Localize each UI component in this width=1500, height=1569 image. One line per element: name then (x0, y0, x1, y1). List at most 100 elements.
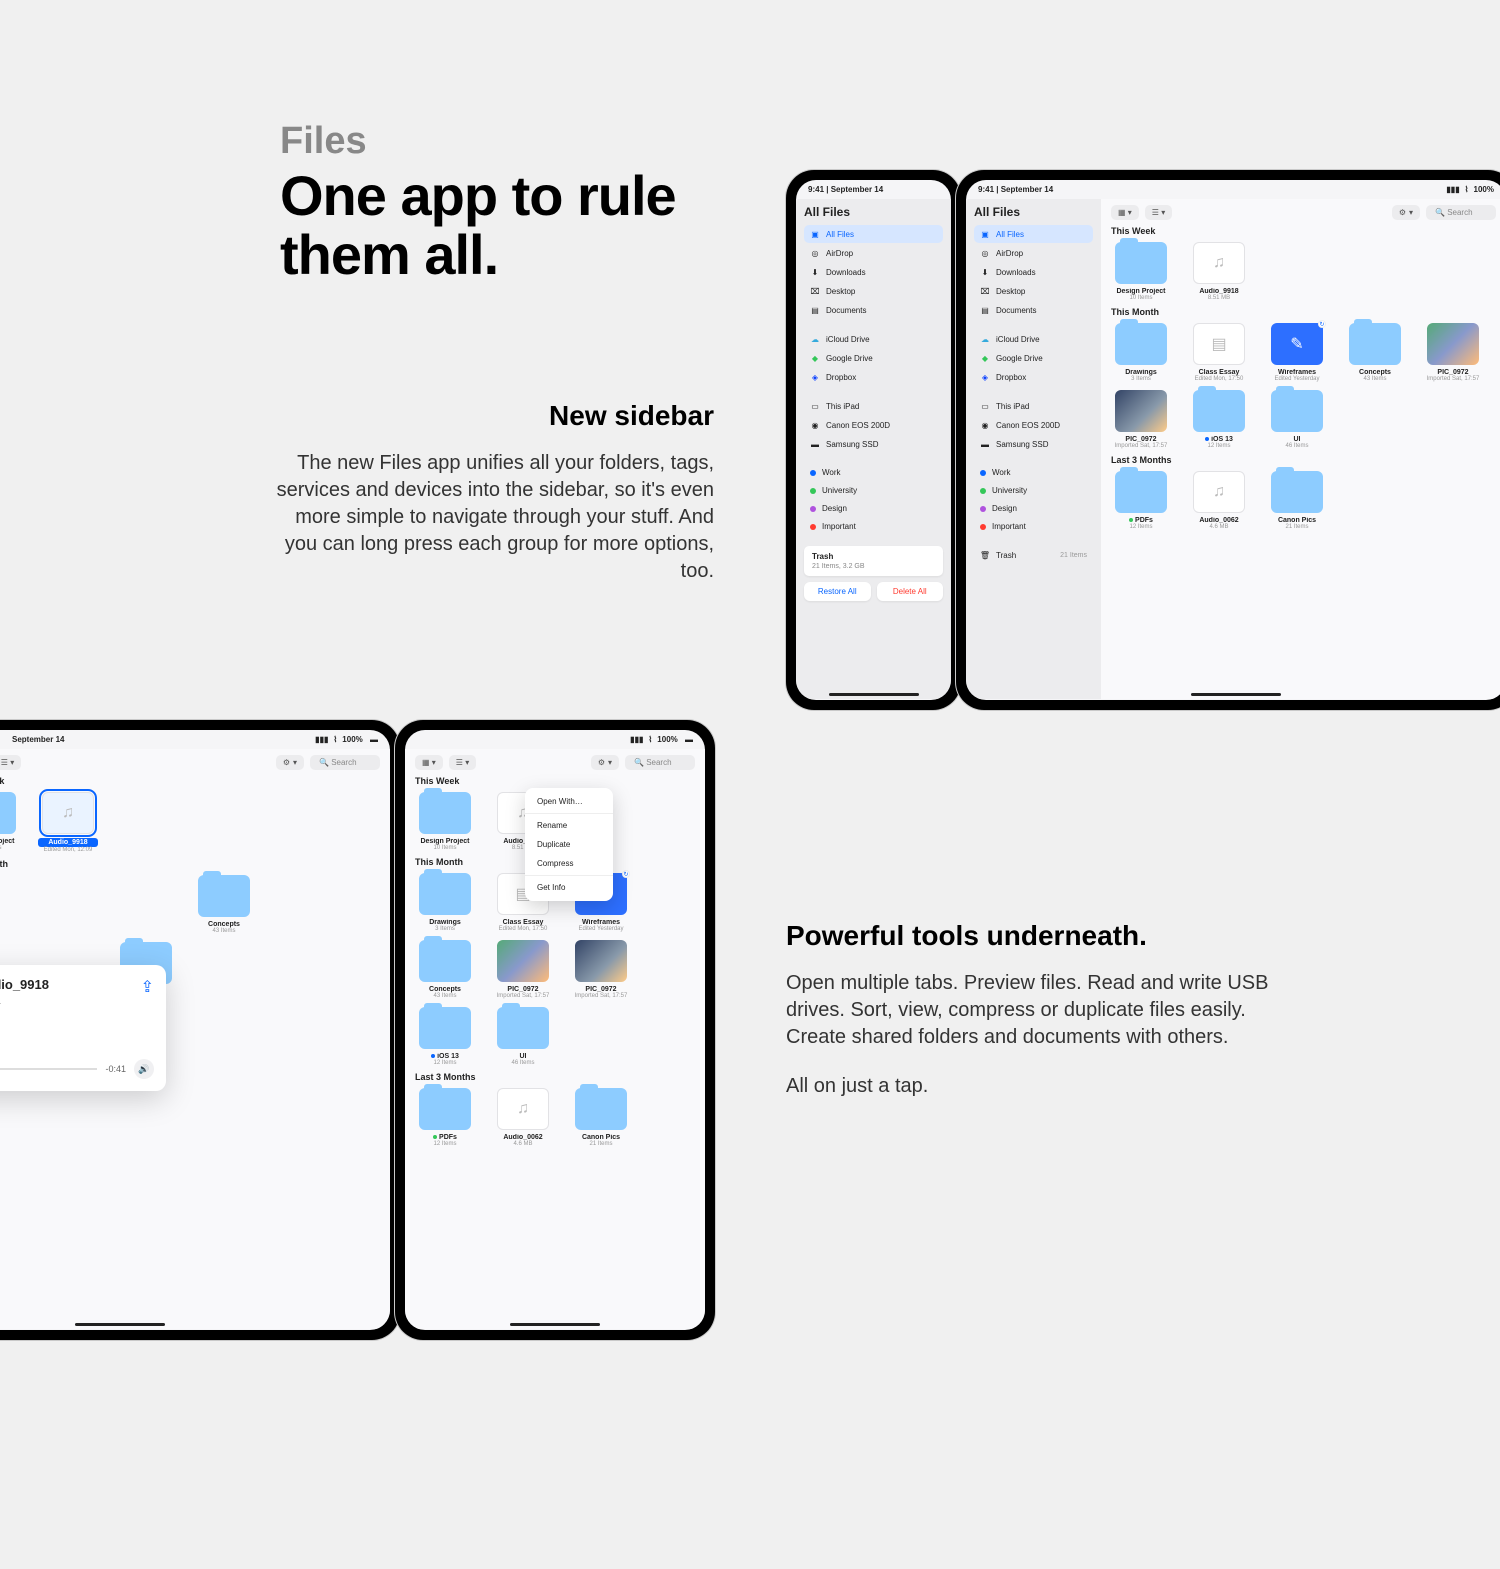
file-item[interactable]: Design Project10 Items (415, 792, 475, 851)
ctx-compress[interactable]: Compress (525, 854, 613, 873)
volume-button[interactable]: 🔊 (134, 1059, 154, 1079)
photo-icon (575, 940, 627, 982)
sidebar-tag-design[interactable]: Design (804, 500, 943, 517)
home-indicator[interactable] (75, 1323, 165, 1326)
view-list-button[interactable]: ☰ ▾ (449, 755, 476, 770)
file-item[interactable]: Drawings3 Items (415, 873, 475, 932)
file-item[interactable]: Canon Pics21 Items (571, 1088, 631, 1147)
sidebar-item-icloud[interactable]: ☁iCloud Drive (974, 330, 1093, 348)
ctx-rename[interactable]: Rename (525, 816, 613, 835)
preview-title: Audio_9918 (0, 977, 49, 992)
section-this-week: This Week (0, 776, 380, 786)
sidebar: All Files ▣All Files ◎AirDrop ⬇Downloads… (796, 199, 951, 699)
view-list-button[interactable]: ☰ ▾ (0, 755, 21, 770)
file-item[interactable]: ♫Audio_00624.6 MB (493, 1088, 553, 1147)
delete-all-button[interactable]: Delete All (877, 582, 944, 601)
search-input[interactable]: 🔍 Search (625, 755, 695, 770)
file-item[interactable]: iOS 1312 Items (415, 1007, 475, 1066)
share-button[interactable]: ⇪ (141, 977, 154, 997)
sidebar-item-canon[interactable]: ◉Canon EOS 200D (804, 416, 943, 434)
sidebar-item-trash[interactable]: 🗑Trash21 Items (974, 546, 1093, 564)
hero-title: One app to rulethem all. (280, 167, 676, 285)
sidebar-item-this-ipad[interactable]: ▭This iPad (974, 397, 1093, 415)
ctx-open-with[interactable]: Open With… (525, 792, 613, 811)
tools-heading: Powerful tools underneath. (786, 920, 1286, 952)
sidebar-item-dropbox[interactable]: ◈Dropbox (804, 368, 943, 386)
sidebar-tag-work[interactable]: Work (804, 464, 943, 481)
file-item[interactable]: PIC_0972Imported Sat, 17:57 (1111, 390, 1171, 449)
file-item[interactable]: Design Project10 Items (0, 792, 20, 853)
sidebar-tag-design[interactable]: Design (974, 500, 1093, 517)
file-item[interactable]: ♫Audio_99188.51 MB (1189, 242, 1249, 301)
view-grid-button[interactable]: ▦ ▾ (1111, 205, 1139, 220)
sidebar-item-gdrive[interactable]: ◆Google Drive (974, 349, 1093, 367)
restore-all-button[interactable]: Restore All (804, 582, 871, 601)
sidebar-item-downloads[interactable]: ⬇Downloads (804, 263, 943, 281)
sidebar-item-canon[interactable]: ◉Canon EOS 200D (974, 416, 1093, 434)
file-item[interactable]: Concepts43 Items (415, 940, 475, 999)
sidebar-tag-work[interactable]: Work (974, 464, 1093, 481)
sidebar-item-downloads[interactable]: ⬇Downloads (974, 263, 1093, 281)
search-input[interactable]: 🔍 Search (1426, 205, 1496, 220)
sidebar-item-airdrop[interactable]: ◎AirDrop (804, 244, 943, 262)
sidebar-tag-important[interactable]: Important (804, 518, 943, 535)
sidebar-item-all-files[interactable]: ▣All Files (974, 225, 1093, 243)
download-icon: ⬇ (810, 267, 820, 277)
settings-button[interactable]: ⚙︎ ▾ (276, 755, 304, 770)
sidebar-item-gdrive[interactable]: ◆Google Drive (804, 349, 943, 367)
file-item[interactable]: UI46 Items (1267, 390, 1327, 449)
audio-icon: ♫ (1193, 471, 1245, 513)
file-item[interactable]: Design Project10 Items (1111, 242, 1171, 301)
file-item[interactable]: PDFs12 Items (415, 1088, 475, 1147)
folder-icon (0, 792, 16, 834)
sidebar-trash-card[interactable]: Trash 21 Items, 3.2 GB (804, 546, 943, 576)
scrubber[interactable] (0, 1068, 97, 1070)
settings-button[interactable]: ⚙︎ ▾ (1392, 205, 1420, 220)
file-item[interactable]: Concepts43 Items (1345, 323, 1405, 382)
sidebar-item-dropbox[interactable]: ◈Dropbox (974, 368, 1093, 386)
file-item[interactable]: PIC_0972Imported Sat, 17:57 (1423, 323, 1483, 382)
sidebar-item-this-ipad[interactable]: ▭This iPad (804, 397, 943, 415)
file-item[interactable]: PIC_0972Imported Sat, 17:57 (571, 940, 631, 999)
file-item-selected[interactable]: ♫Audio_9918Edited Mon, 12:09 (38, 792, 98, 853)
sidebar-tag-university[interactable]: University (804, 482, 943, 499)
search-input[interactable]: 🔍 Search (310, 755, 380, 770)
hero-eyebrow: Files (280, 120, 676, 163)
file-item[interactable]: PDFs12 Items (1111, 471, 1171, 530)
sidebar-item-ssd[interactable]: ▬Samsung SSD (974, 435, 1093, 453)
status-bar: September 14 ▮▮▮⌇100% ▬ (0, 730, 390, 749)
tag-dot-icon (810, 488, 816, 494)
airdrop-icon: ◎ (980, 248, 990, 258)
section-this-week: This Week (415, 776, 695, 786)
sidebar-item-documents[interactable]: ▤Documents (804, 301, 943, 319)
sidebar-tag-important[interactable]: Important (974, 518, 1093, 535)
file-item[interactable]: Drawings3 Items (1111, 323, 1171, 382)
tools-text-block: Powerful tools underneath. Open multiple… (786, 920, 1286, 1098)
ctx-get-info[interactable]: Get Info (525, 878, 613, 897)
sidebar-item-all-files[interactable]: ▣All Files (804, 225, 943, 243)
file-item[interactable]: PIC_0972Imported Sat, 17:57 (493, 940, 553, 999)
sidebar-tag-university[interactable]: University (974, 482, 1093, 499)
file-item[interactable]: Concepts43 Items (194, 875, 254, 934)
file-item[interactable]: ✎↻WireframesEdited Yesterday (1267, 323, 1327, 382)
sidebar-item-icloud[interactable]: ☁iCloud Drive (804, 330, 943, 348)
file-item[interactable]: Canon Pics21 Items (1267, 471, 1327, 530)
sidebar-item-desktop[interactable]: ⌧Desktop (974, 282, 1093, 300)
view-list-button[interactable]: ☰ ▾ (1145, 205, 1172, 220)
sidebar-item-ssd[interactable]: ▬Samsung SSD (804, 435, 943, 453)
file-item[interactable]: iOS 1312 Items (1189, 390, 1249, 449)
settings-button[interactable]: ⚙︎ ▾ (591, 755, 619, 770)
view-grid-button[interactable]: ▦ ▾ (415, 755, 443, 770)
file-item[interactable]: ▤Class EssayEdited Mon, 17:50 (1189, 323, 1249, 382)
home-indicator[interactable] (1191, 693, 1281, 696)
sidebar-item-documents[interactable]: ▤Documents (974, 301, 1093, 319)
gdrive-icon: ◆ (980, 353, 990, 363)
home-indicator[interactable] (829, 693, 919, 696)
file-item[interactable]: ♫Audio_00624.6 MB (1189, 471, 1249, 530)
file-item[interactable]: UI46 Items (493, 1007, 553, 1066)
ctx-duplicate[interactable]: Duplicate (525, 835, 613, 854)
sidebar-item-desktop[interactable]: ⌧Desktop (804, 282, 943, 300)
home-indicator[interactable] (510, 1323, 600, 1326)
camera-icon: ◉ (810, 420, 820, 430)
sidebar-item-airdrop[interactable]: ◎AirDrop (974, 244, 1093, 262)
